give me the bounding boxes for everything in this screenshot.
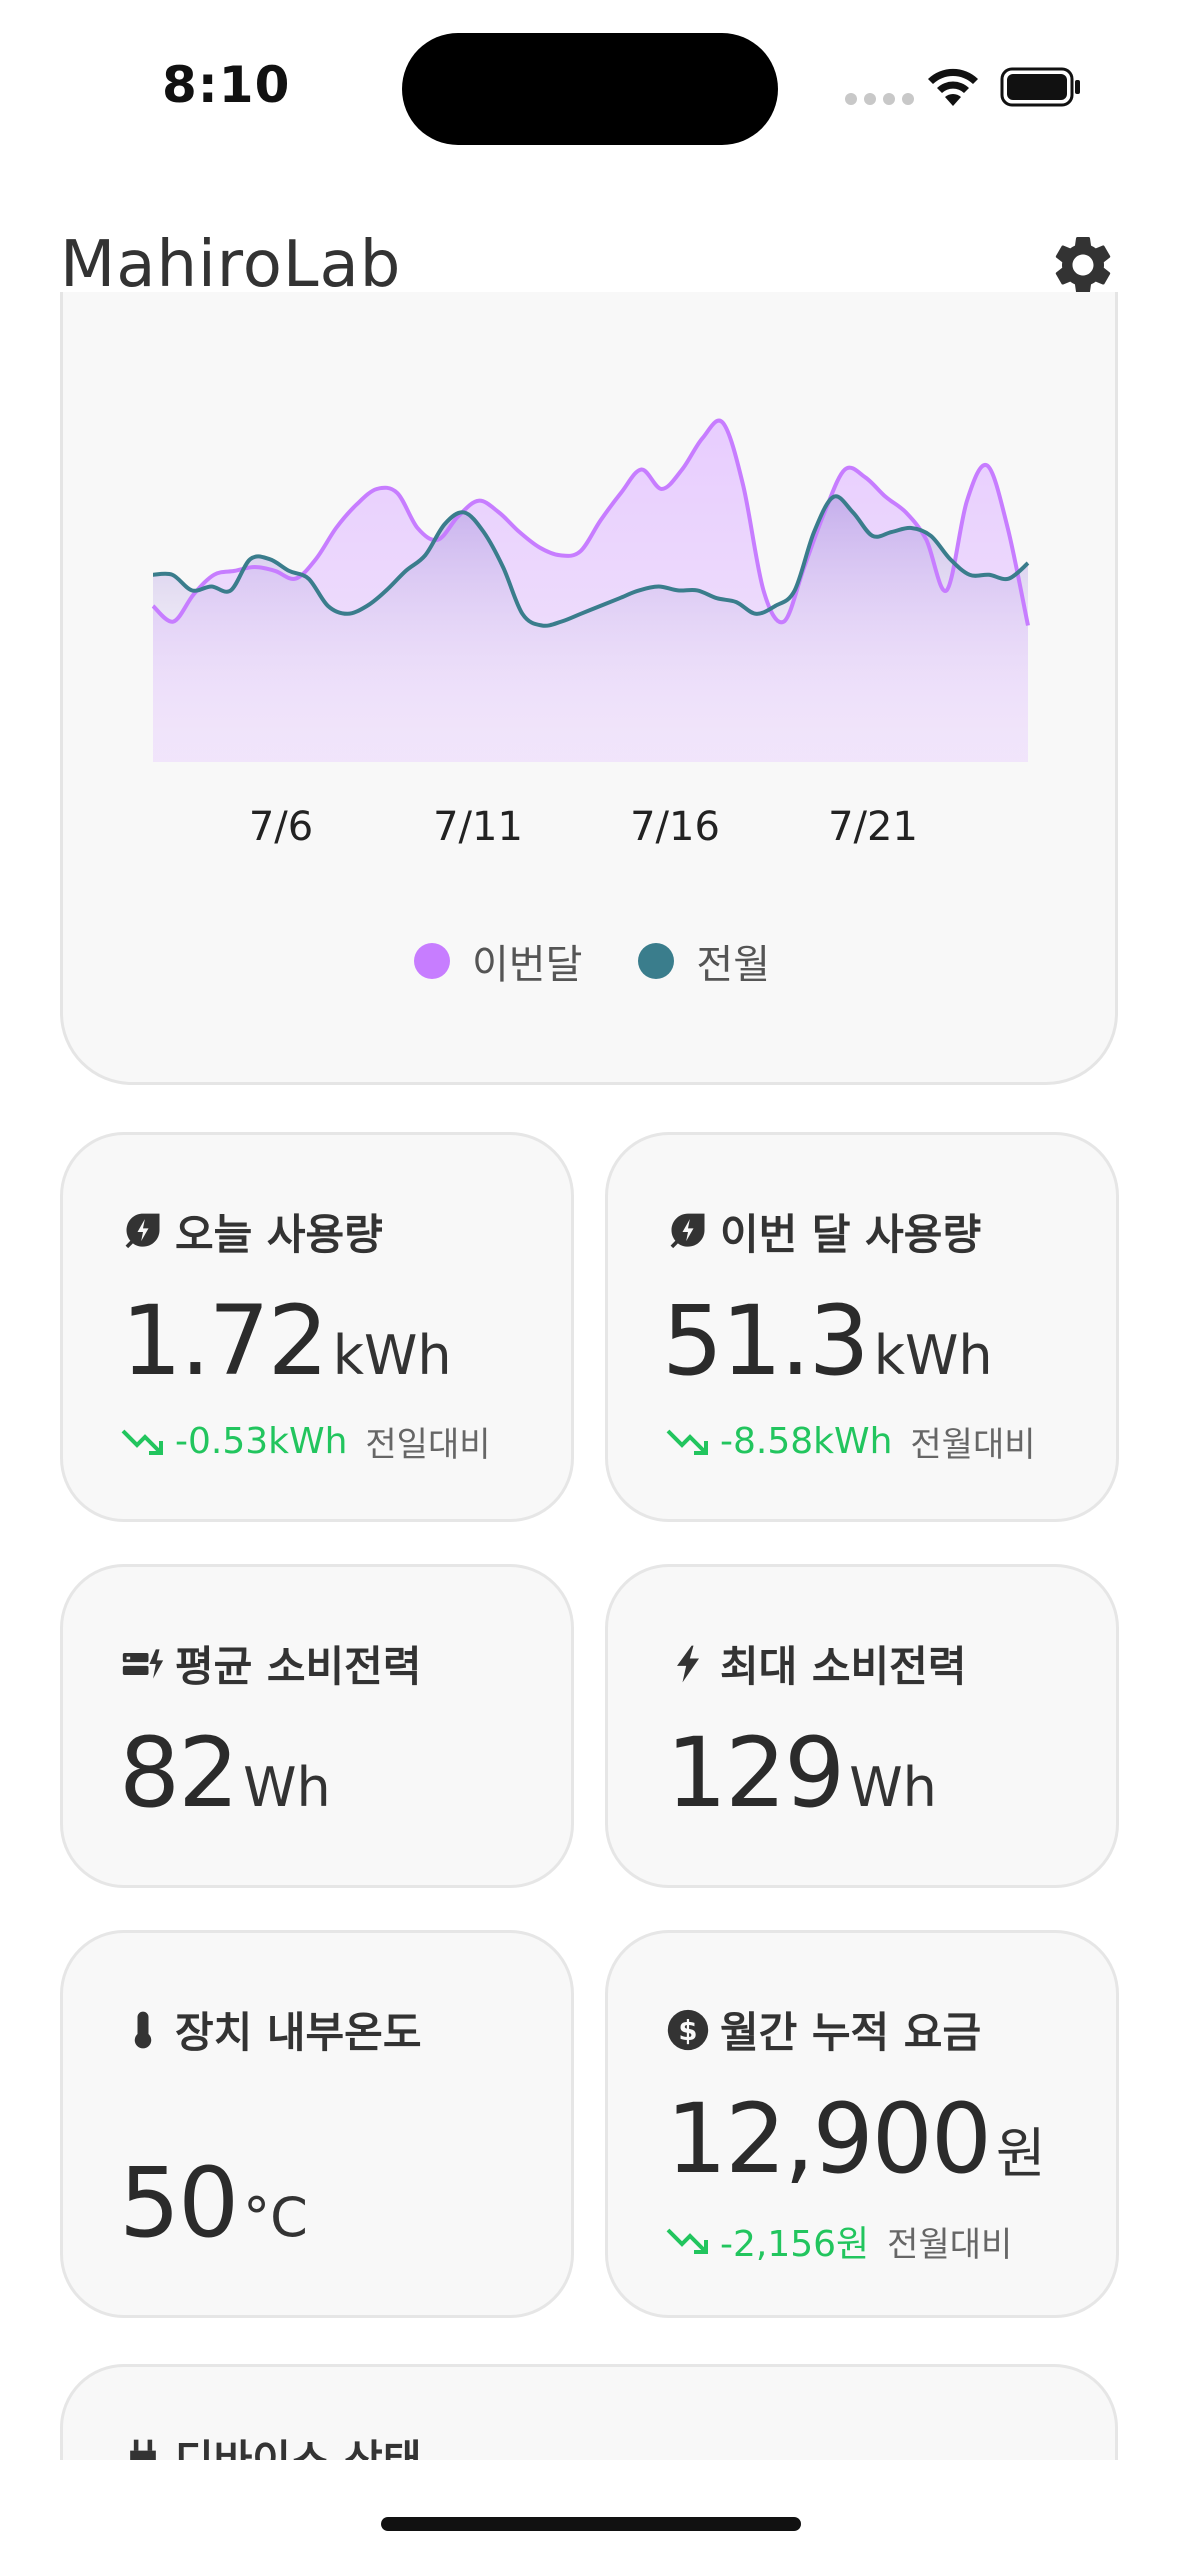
average-power-title: 평균 소비전력 [121, 1633, 421, 1694]
monthly-cost-title: $ 월간 누적 요금 [666, 1999, 981, 2060]
max-power-unit: Wh [849, 1756, 937, 1819]
monthly-cost-card[interactable]: $ 월간 누적 요금 12,900 원 -2,156원 전월대비 [605, 1930, 1119, 2318]
average-power-value: 82 Wh [119, 1717, 331, 1829]
today-usage-number: 1.72 [121, 1285, 329, 1397]
app-screen: 8:10 MahiroLab 7/6 7/11 7/16 7/21 이번달 전월… [0, 0, 1179, 2556]
app-title: MahiroLab [60, 228, 402, 302]
month-usage-delta-label: 전월대비 [910, 1425, 1036, 1465]
status-time: 8:10 [162, 56, 291, 114]
x-tick-label: 7/6 [249, 804, 313, 850]
bolt-icon [677, 1645, 699, 1682]
monthly-cost-value: 12,900 원 [666, 2083, 1046, 2195]
legend-item-last-month[interactable]: 전월 [638, 932, 770, 990]
battery-bolt-icon [122, 1648, 164, 1679]
usage-chart-card: 7/6 7/11 7/16 7/21 이번달 전월 [60, 292, 1118, 1085]
legend-dot-this-month [413, 943, 450, 979]
month-usage-card[interactable]: 이번 달 사용량 51.3 kWh -8.58kWh 전월대비 [605, 1132, 1119, 1522]
bottom-safe-area [0, 2460, 1179, 2556]
monthly-cost-delta-value: -2,156원 [720, 2224, 870, 2265]
dollar-icon: $ [667, 2009, 709, 2050]
today-usage-unit: kWh [332, 1324, 452, 1387]
x-tick-label: 7/21 [828, 804, 918, 850]
leaf-bolt-icon [125, 1213, 160, 1248]
today-usage-delta: -0.53kWh 전일대비 [121, 1417, 491, 1466]
trend-down-icon [666, 1429, 708, 1455]
monthly-cost-label: 월간 누적 요금 [720, 2008, 982, 2057]
today-usage-title: 오늘 사용량 [121, 1201, 383, 1262]
today-usage-value: 1.72 kWh [121, 1285, 452, 1397]
device-temperature-label: 장치 내부온도 [175, 2008, 422, 2057]
device-temperature-card[interactable]: 장치 내부온도 50 °C [60, 1930, 574, 2318]
month-usage-value: 51.3 kWh [662, 1285, 993, 1397]
month-usage-delta-value: -8.58kWh [720, 1421, 893, 1462]
average-power-number: 82 [119, 1717, 239, 1829]
today-usage-card[interactable]: 오늘 사용량 1.72 kWh -0.53kWh 전일대비 [60, 1132, 574, 1522]
average-power-unit: Wh [243, 1756, 331, 1819]
cellular-signal-icon [845, 93, 914, 105]
legend-item-this-month[interactable]: 이번달 [413, 932, 583, 990]
legend-dot-last-month [638, 943, 675, 979]
monthly-cost-delta: -2,156원 전월대비 [666, 2215, 1012, 2267]
device-temperature-unit: °C [243, 2186, 308, 2249]
month-usage-title: 이번 달 사용량 [666, 1201, 981, 1262]
max-power-title: 최대 소비전력 [666, 1633, 966, 1694]
trend-down-icon [121, 1429, 163, 1455]
today-usage-delta-value: -0.53kWh [175, 1421, 348, 1462]
device-temperature-value: 50 °C [119, 2147, 308, 2259]
average-power-card[interactable]: 평균 소비전력 82 Wh [60, 1564, 574, 1888]
x-tick-label: 7/16 [630, 804, 720, 850]
max-power-value: 129 Wh [666, 1717, 937, 1829]
battery-icon [1000, 67, 1080, 107]
max-power-label: 최대 소비전력 [720, 1642, 967, 1691]
leaf-bolt-icon [670, 1213, 705, 1248]
today-usage-delta-label: 전일대비 [365, 1425, 491, 1465]
max-power-number: 129 [666, 1717, 845, 1829]
today-usage-label: 오늘 사용량 [175, 1210, 383, 1259]
month-usage-delta: -8.58kWh 전월대비 [666, 1417, 1036, 1466]
home-indicator[interactable] [381, 2517, 801, 2531]
x-tick-label: 7/11 [433, 804, 523, 850]
device-temperature-title: 장치 내부온도 [121, 1999, 421, 2060]
device-temperature-number: 50 [119, 2147, 239, 2259]
legend-label-this-month: 이번달 [471, 942, 583, 988]
monthly-cost-delta-label: 전월대비 [887, 2224, 1013, 2265]
wifi-icon [928, 68, 978, 106]
svg-text:$: $ [678, 2015, 697, 2047]
settings-gear-icon[interactable] [1048, 230, 1118, 300]
chart-legend: 이번달 전월 [63, 932, 1115, 990]
dynamic-island [402, 33, 778, 145]
month-usage-label: 이번 달 사용량 [720, 1210, 982, 1259]
thermometer-icon [134, 2011, 152, 2048]
month-usage-unit: kWh [873, 1324, 993, 1387]
monthly-cost-number: 12,900 [666, 2083, 992, 2195]
month-usage-number: 51.3 [662, 1285, 870, 1397]
trend-down-icon [666, 2228, 708, 2254]
max-power-card[interactable]: 최대 소비전력 129 Wh [605, 1564, 1119, 1888]
monthly-cost-unit: 원 [995, 2122, 1046, 2185]
average-power-label: 평균 소비전력 [175, 1642, 422, 1691]
legend-label-last-month: 전월 [696, 942, 770, 988]
